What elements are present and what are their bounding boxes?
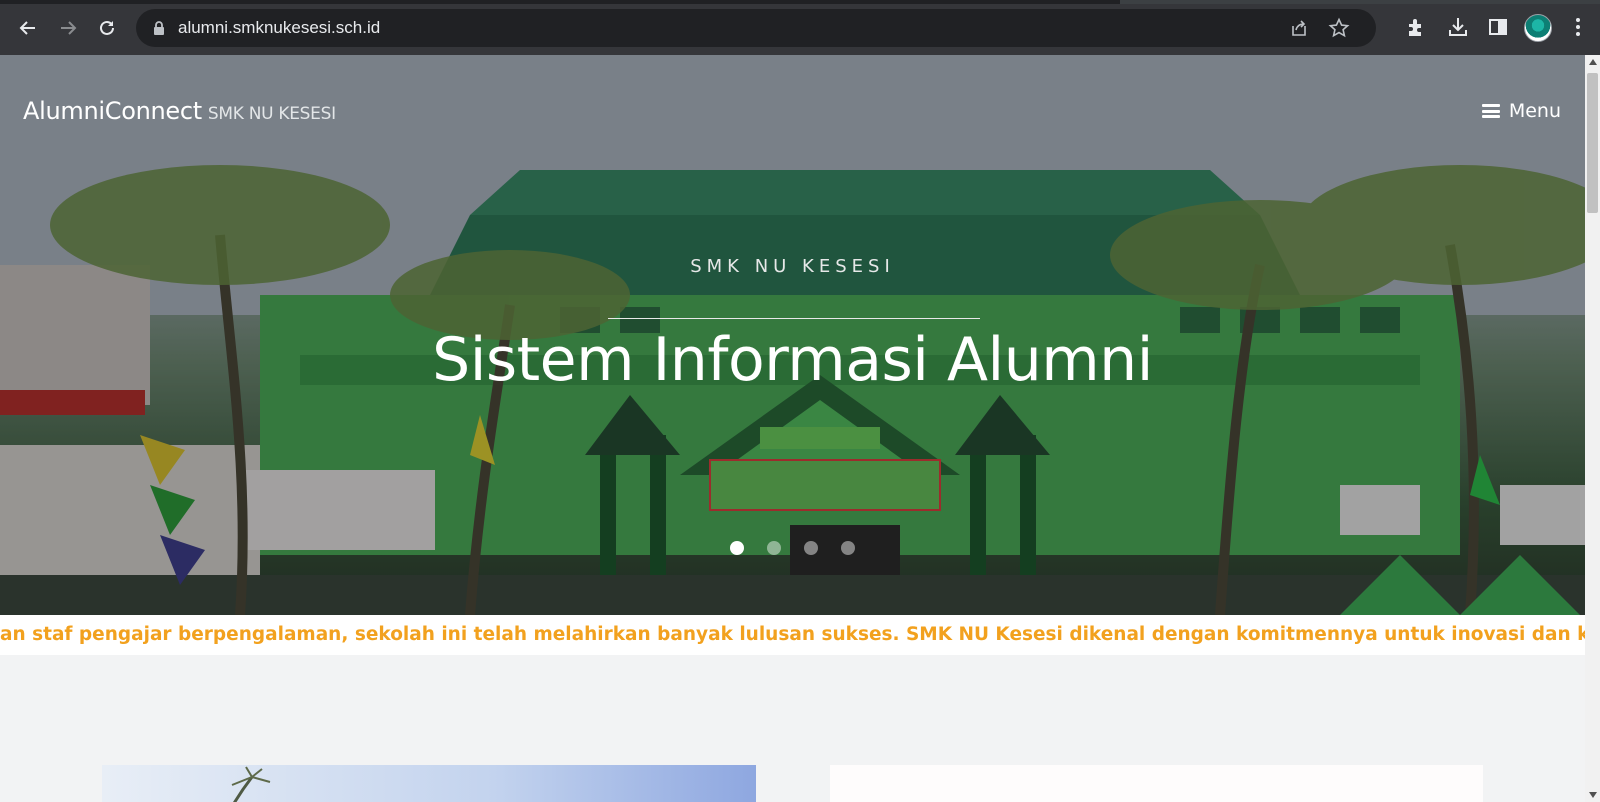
hero-title: Sistem Informasi Alumni [432, 325, 1153, 395]
extensions-icon[interactable] [1405, 15, 1429, 39]
lock-icon[interactable] [152, 20, 166, 36]
side-panel-icon[interactable] [1486, 15, 1510, 39]
hero-carousel: AlumniConnect SMK NU KESESI Menu SMK NU K… [0, 55, 1585, 615]
menu-label: Menu [1508, 100, 1561, 122]
about-image-card [102, 765, 756, 802]
tab-strip-edge [0, 0, 1600, 4]
page-scrollbar[interactable] [1585, 55, 1600, 802]
scroll-up-icon[interactable] [1589, 59, 1597, 65]
scroll-down-icon[interactable] [1589, 792, 1597, 798]
carousel-dot-2[interactable] [767, 541, 781, 555]
carousel-dot-3[interactable] [804, 541, 818, 555]
site-brand[interactable]: AlumniConnect SMK NU KESESI [23, 97, 336, 125]
scroll-thumb[interactable] [1587, 73, 1598, 213]
more-icon[interactable] [1566, 15, 1590, 39]
back-icon[interactable] [12, 12, 44, 44]
browser-toolbar: alumni.smknukesesi.sch.id [0, 0, 1600, 55]
download-icon[interactable] [1446, 15, 1470, 39]
forward-icon[interactable] [52, 12, 84, 44]
carousel-indicators [730, 541, 878, 555]
url-text[interactable]: alumni.smknukesesi.sch.id [178, 18, 380, 38]
news-marquee: an staf pengajar berpengalaman, sekolah … [0, 615, 1585, 655]
reload-icon[interactable] [91, 12, 123, 44]
page-viewport: AlumniConnect SMK NU KESESI Menu SMK NU K… [0, 55, 1585, 802]
hero-divider [608, 318, 980, 319]
profile-avatar[interactable] [1524, 14, 1552, 42]
star-icon[interactable] [1328, 17, 1350, 39]
menu-button[interactable]: Menu [1481, 100, 1561, 122]
share-icon[interactable] [1288, 17, 1310, 39]
brand-subtitle[interactable]: SMK NU KESESI [208, 104, 336, 124]
brand-name[interactable]: AlumniConnect [23, 97, 202, 125]
carousel-dot-4[interactable] [841, 541, 855, 555]
hamburger-icon [1481, 104, 1500, 118]
about-text-card [830, 765, 1483, 802]
carousel-dot-1[interactable] [730, 541, 744, 555]
hero-eyebrow: SMK NU KESESI [690, 256, 895, 277]
address-bar[interactable]: alumni.smknukesesi.sch.id [136, 9, 1376, 47]
palm-image [231, 766, 271, 802]
marquee-text: an staf pengajar berpengalaman, sekolah … [0, 624, 1585, 645]
